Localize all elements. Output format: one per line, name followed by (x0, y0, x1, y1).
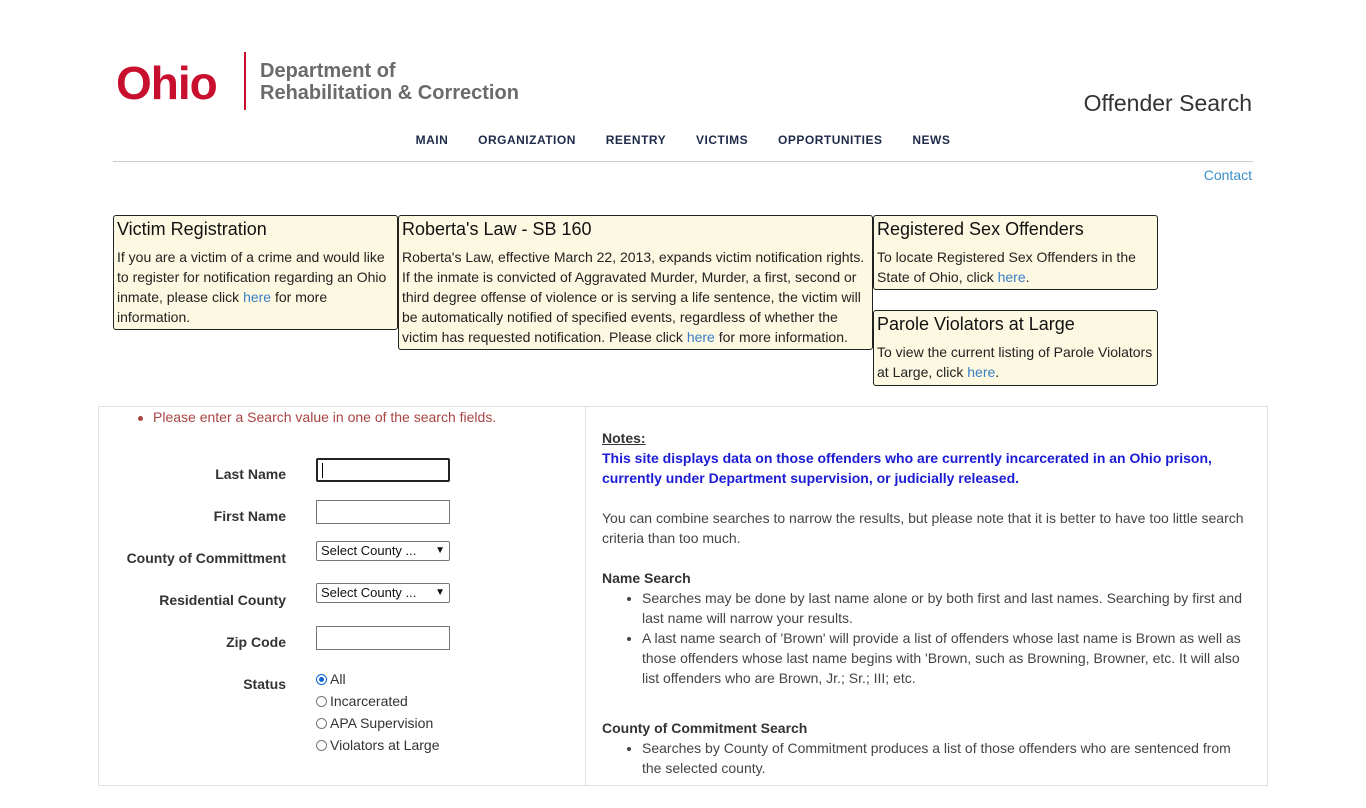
nav-organization[interactable]: ORGANIZATION (478, 133, 576, 147)
status-label: Status (243, 676, 286, 692)
parole-violators-text: To view the current listing of Parole Vi… (877, 342, 1154, 382)
status-option-all[interactable]: All (316, 671, 346, 693)
last-name-label: Last Name (215, 466, 286, 482)
robertas-law-title: Roberta's Law - SB 160 (402, 219, 592, 239)
list-item: Searches may be done by last name alone … (642, 588, 1252, 628)
radio-icon[interactable] (316, 740, 327, 751)
sex-offenders-title: Registered Sex Offenders (877, 219, 1084, 239)
sex-offenders-box: Registered Sex Offenders To locate Regis… (873, 215, 1158, 290)
nav-divider (113, 161, 1253, 162)
roberta-text-after: for more information. (714, 329, 848, 345)
first-name-input[interactable] (316, 500, 450, 524)
robertas-law-box: Roberta's Law - SB 160 Roberta's Law, ef… (398, 215, 873, 350)
page-title: Offender Search (1083, 90, 1252, 116)
parole-text-before: To view the current listing of Parole Vi… (877, 344, 1153, 380)
residential-county-select[interactable]: Select County ... ▼ (316, 583, 450, 603)
status-option-incarcerated[interactable]: Incarcerated (316, 693, 408, 715)
nav-opportunities[interactable]: OPPORTUNITIES (778, 133, 883, 147)
county-commitment-value: Select County ... (321, 543, 417, 558)
notes-highlight: This site displays data on those offende… (602, 450, 1212, 486)
last-name-input[interactable] (316, 458, 450, 482)
first-name-label: First Name (213, 508, 286, 524)
nav-main[interactable]: MAIN (416, 133, 449, 147)
zip-code-label: Zip Code (226, 634, 286, 650)
notes-title: Notes: (602, 430, 646, 446)
list-item: A last name search of 'Brown' will provi… (642, 628, 1252, 688)
radio-checked-icon[interactable] (316, 674, 327, 685)
chevron-down-icon: ▼ (435, 545, 445, 556)
status-option-label: All (330, 671, 346, 687)
status-option-violators-at-large[interactable]: Violators at Large (316, 737, 439, 759)
parole-text-after: . (995, 364, 1000, 380)
nav-news[interactable]: NEWS (912, 133, 950, 147)
robertas-law-here-link[interactable]: here (687, 329, 715, 345)
victim-registration-here-link[interactable]: here (243, 289, 271, 305)
radio-icon[interactable] (316, 696, 327, 707)
logo-divider (244, 52, 246, 110)
county-search-list: Searches by County of Commitment produce… (602, 738, 1252, 778)
status-option-label: Incarcerated (330, 693, 408, 709)
list-item: Searches by County of Commitment produce… (642, 738, 1252, 778)
sex-offenders-text: To locate Registered Sex Offenders in th… (877, 247, 1154, 287)
status-option-label: APA Supervision (330, 715, 434, 731)
county-search-heading: County of Commitment Search (602, 720, 808, 736)
sex-offenders-text-after: . (1025, 269, 1030, 285)
radio-icon[interactable] (316, 718, 327, 729)
sex-offenders-here-link[interactable]: here (998, 269, 1026, 285)
nav-victims[interactable]: VICTIMS (696, 133, 748, 147)
search-notes: Notes: This site displays data on those … (602, 428, 1252, 808)
parole-violators-box: Parole Violators at Large To view the cu… (873, 310, 1158, 386)
contact-link[interactable]: Contact (1204, 167, 1252, 183)
parole-violators-here-link[interactable]: here (967, 364, 995, 380)
parole-violators-title: Parole Violators at Large (877, 314, 1075, 334)
zip-code-input[interactable] (316, 626, 450, 650)
victim-registration-title: Victim Registration (117, 219, 267, 239)
name-search-list: Searches may be done by last name alone … (602, 588, 1252, 688)
validation-error-text: Please enter a Search value in one of th… (153, 409, 497, 425)
residential-county-label: Residential County (159, 592, 286, 608)
county-commitment-select[interactable]: Select County ... ▼ (316, 541, 450, 561)
residential-county-value: Select County ... (321, 585, 417, 600)
victim-registration-box: Victim Registration If you are a victim … (113, 215, 398, 330)
main-nav: MAIN ORGANIZATION REENTRY VICTIMS OPPORT… (0, 133, 1366, 147)
nav-reentry[interactable]: REENTRY (606, 133, 666, 147)
county-commitment-label: County of Committment (126, 550, 286, 566)
logo-dept-line2: Rehabilitation & Correction (260, 82, 519, 104)
bullet-icon (138, 415, 143, 421)
text-caret (322, 463, 323, 478)
status-option-apa-supervision[interactable]: APA Supervision (316, 715, 433, 737)
logo-department-name: Department of Rehabilitation & Correctio… (260, 60, 519, 104)
status-option-label: Violators at Large (330, 737, 440, 753)
notes-combine-text: You can combine searches to narrow the r… (602, 510, 1244, 546)
logo-dept-line1: Department of (260, 60, 396, 82)
logo-ohio-word: Ohio (116, 57, 218, 109)
chevron-down-icon: ▼ (435, 587, 445, 598)
robertas-law-text: Roberta's Law, effective March 22, 2013,… (402, 247, 869, 347)
victim-registration-text: If you are a victim of a crime and would… (117, 247, 394, 327)
validation-error: Please enter a Search value in one of th… (138, 409, 496, 425)
name-search-heading: Name Search (602, 570, 691, 586)
